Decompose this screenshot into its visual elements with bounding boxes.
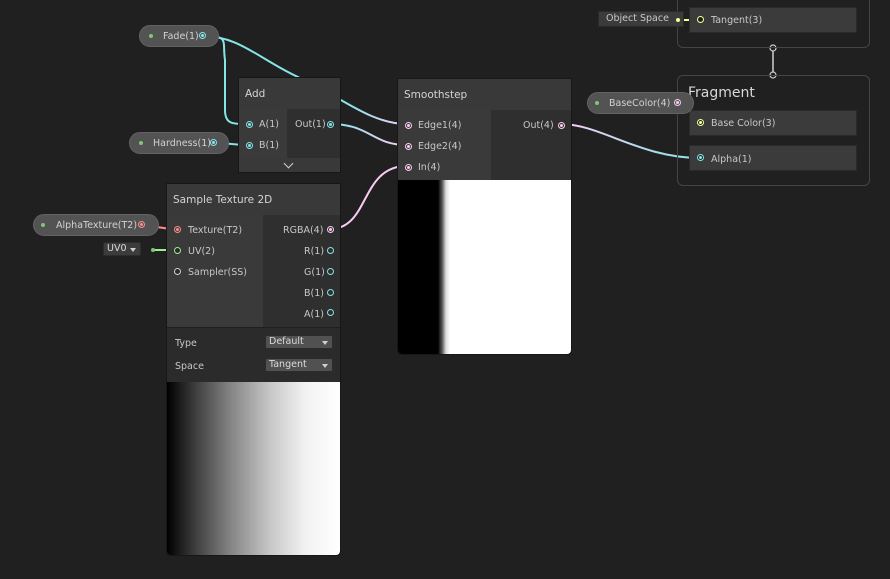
r-output-port[interactable] (327, 247, 334, 254)
rgba-output-port[interactable] (327, 226, 334, 233)
add-input-a-port[interactable] (246, 121, 253, 128)
wire-add-out-to-edge2[interactable] (329, 123, 408, 146)
smoothstep-edge2-port[interactable] (405, 143, 412, 150)
smoothstep-in-port[interactable] (405, 164, 412, 171)
b-output-label: B(1) (304, 288, 324, 299)
space-label: Space (175, 361, 204, 372)
uv-channel-dropdown[interactable]: UV0 (103, 242, 141, 256)
texture-input-label: Texture(T2) (188, 225, 243, 236)
hardness-property-label: Hardness(1) (153, 138, 211, 149)
object-space-label: Object Space (606, 13, 669, 24)
chevron-down-icon (283, 158, 294, 169)
fade-property[interactable]: Fade(1) (139, 25, 219, 47)
smoothstep-output-port[interactable] (558, 122, 565, 129)
r-output-label: R(1) (304, 246, 325, 257)
space-dropdown[interactable]: Tangent (265, 358, 333, 372)
g-output-label: G(1) (304, 267, 325, 278)
sample-texture-preview (167, 382, 340, 555)
alphatexture-property-label: AlphaTexture(T2) (56, 220, 138, 231)
hardness-output-port[interactable] (210, 139, 217, 146)
smoothstep-node[interactable]: Smoothstep Edge1(4) Edge2(4) In(4) Out(4… (397, 78, 572, 355)
uv-channel-value: UV0 (107, 243, 127, 254)
smoothstep-edge1-port[interactable] (405, 122, 412, 129)
chevron-down-icon (322, 364, 328, 368)
object-space-field[interactable]: Object Space (598, 11, 684, 27)
basecolor-property-dot (595, 101, 599, 105)
uv-channel-dot (151, 248, 155, 252)
base-color-block[interactable]: Base Color(3) (689, 110, 857, 136)
tangent-block[interactable]: Tangent(3) (689, 7, 857, 33)
sampler-input-port[interactable] (174, 268, 181, 275)
object-space-dot (676, 18, 680, 22)
base-color-port[interactable] (697, 119, 704, 126)
add-input-b-port[interactable] (246, 142, 253, 149)
a-output-label: A(1) (304, 309, 324, 320)
basecolor-property[interactable]: BaseColor(4) (587, 92, 694, 114)
sample-texture-node-header[interactable]: Sample Texture 2D (167, 184, 340, 215)
hardness-property[interactable]: Hardness(1) (129, 132, 229, 154)
tangent-label: Tangent(3) (711, 15, 763, 26)
add-output-label: Out(1) (295, 119, 326, 130)
type-dropdown-value: Default (269, 336, 304, 347)
alpha-block[interactable]: Alpha(1) (689, 145, 857, 171)
fade-property-label: Fade(1) (163, 31, 199, 42)
chevron-down-icon (130, 248, 136, 252)
uv-input-port[interactable] (174, 247, 181, 254)
type-label: Type (175, 338, 197, 349)
alpha-port[interactable] (697, 154, 704, 161)
smoothstep-node-header[interactable]: Smoothstep (398, 79, 571, 110)
uv-input-label: UV(2) (188, 246, 215, 257)
texture-input-port[interactable] (174, 226, 181, 233)
base-color-label: Base Color(3) (711, 118, 776, 129)
g-output-port[interactable] (327, 268, 334, 275)
tangent-port[interactable] (697, 16, 704, 23)
sample-texture-node[interactable]: Sample Texture 2D Texture(T2) UV(2) Samp… (166, 183, 341, 556)
add-outputs-panel (287, 109, 340, 158)
sample-texture-node-title: Sample Texture 2D (173, 193, 273, 206)
sampler-input-label: Sampler(SS) (188, 267, 247, 278)
smoothstep-node-title: Smoothstep (404, 88, 468, 101)
fade-property-dot (149, 34, 153, 38)
b-output-port[interactable] (327, 289, 334, 296)
space-dropdown-value: Tangent (269, 359, 307, 370)
add-output-port[interactable] (327, 121, 334, 128)
add-node[interactable]: Add A(1) B(1) Out(1) (238, 77, 341, 173)
a-output-port[interactable] (327, 309, 334, 316)
basecolor-output-port[interactable] (674, 99, 681, 106)
rgba-output-label: RGBA(4) (283, 225, 324, 236)
alphatexture-output-port[interactable] (138, 221, 145, 228)
hardness-property-dot (139, 141, 143, 145)
fragment-title: Fragment (688, 85, 755, 101)
add-input-a-label: A(1) (259, 119, 279, 130)
smoothstep-edge2-label: Edge2(4) (418, 141, 462, 152)
add-node-expand[interactable] (239, 158, 340, 172)
alphatexture-property[interactable]: AlphaTexture(T2) (33, 214, 159, 236)
type-dropdown[interactable]: Default (265, 335, 333, 349)
smoothstep-in-label: In(4) (418, 162, 441, 173)
wire-rgba-to-in[interactable] (329, 165, 408, 230)
add-input-b-label: B(1) (259, 140, 279, 151)
add-node-header[interactable]: Add (239, 78, 340, 109)
smoothstep-preview (398, 180, 571, 354)
fade-output-port[interactable] (199, 32, 206, 39)
add-node-title: Add (245, 87, 266, 100)
basecolor-property-label: BaseColor(4) (609, 98, 671, 109)
smoothstep-output-label: Out(4) (523, 120, 554, 131)
smoothstep-edge1-label: Edge1(4) (418, 120, 462, 131)
alphatexture-property-dot (41, 223, 45, 227)
chevron-down-icon (322, 341, 328, 345)
alpha-label: Alpha(1) (711, 154, 752, 165)
